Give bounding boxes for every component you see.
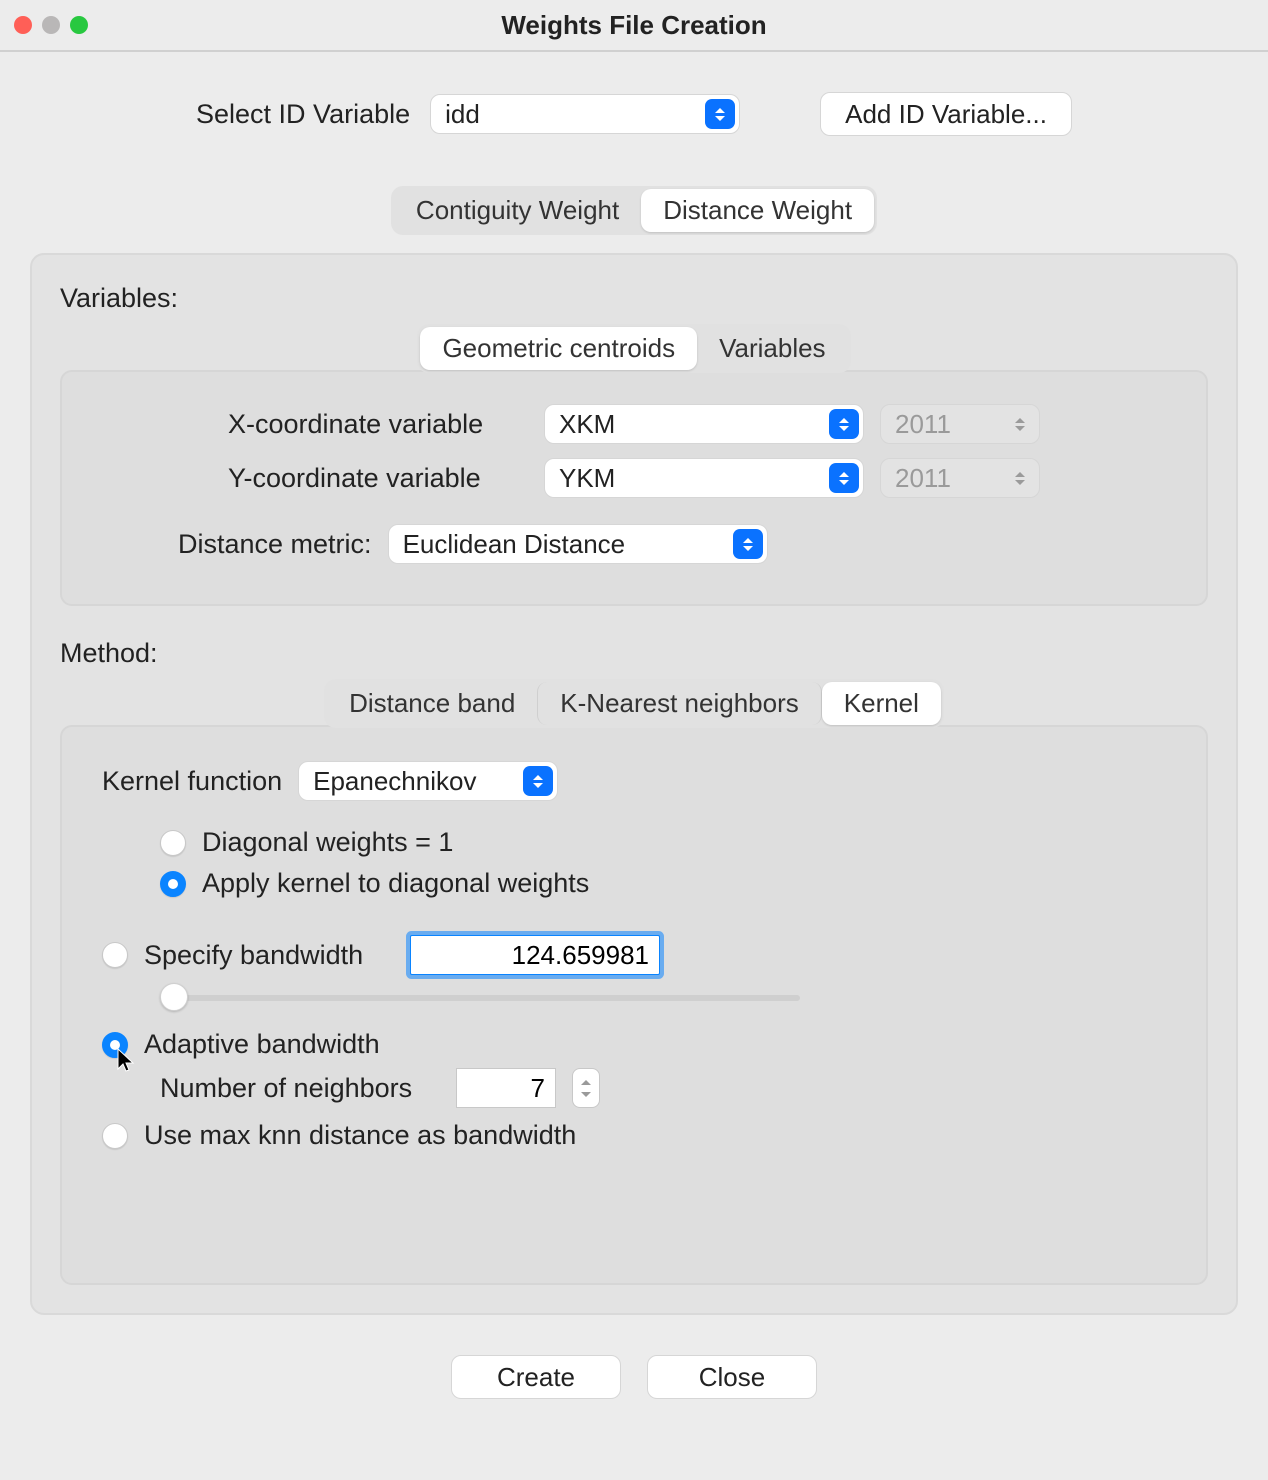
- x-coord-select[interactable]: XKM: [544, 404, 864, 444]
- select-id-label: Select ID Variable: [196, 99, 410, 130]
- apply-kernel-diagonal-label: Apply kernel to diagonal weights: [202, 868, 589, 899]
- chevron-up-down-icon: [733, 529, 763, 559]
- variables-heading: Variables:: [60, 283, 1208, 314]
- chevron-up-down-icon: [829, 409, 859, 439]
- radio-specify-bandwidth[interactable]: [102, 942, 128, 968]
- chevron-up-down-icon: [1005, 409, 1035, 439]
- window-title: Weights File Creation: [0, 10, 1268, 41]
- slider-thumb[interactable]: [160, 983, 188, 1011]
- tab-kernel[interactable]: Kernel: [822, 682, 941, 725]
- radio-apply-kernel-diagonal[interactable]: [160, 871, 186, 897]
- x-year-select: 2011: [880, 404, 1040, 444]
- chevron-up-down-icon: [829, 463, 859, 493]
- method-subpanel: Kernel function Epanechnikov Diagonal we…: [60, 725, 1208, 1285]
- tab-distance-band[interactable]: Distance band: [327, 682, 537, 725]
- method-tabs: Distance band K-Nearest neighbors Kernel: [324, 679, 944, 728]
- distance-weight-panel: Variables: Geometric centroids Variables…: [30, 253, 1238, 1315]
- create-button[interactable]: Create: [451, 1355, 621, 1399]
- tab-variables[interactable]: Variables: [697, 327, 847, 370]
- kernel-function-label: Kernel function: [102, 766, 282, 797]
- adaptive-bandwidth-label: Adaptive bandwidth: [144, 1029, 380, 1060]
- variables-source-tabs: Geometric centroids Variables: [417, 324, 850, 373]
- neighbors-stepper[interactable]: [572, 1068, 600, 1108]
- id-variable-value: idd: [445, 99, 480, 130]
- titlebar: Weights File Creation: [0, 0, 1268, 52]
- diagonal-one-label: Diagonal weights = 1: [202, 827, 453, 858]
- id-variable-select[interactable]: idd: [430, 94, 740, 134]
- add-id-variable-button[interactable]: Add ID Variable...: [820, 92, 1072, 136]
- chevron-up-down-icon: [523, 766, 553, 796]
- weight-type-tabs: Contiguity Weight Distance Weight: [391, 186, 877, 235]
- kernel-function-select[interactable]: Epanechnikov: [298, 761, 558, 801]
- tab-contiguity-weight[interactable]: Contiguity Weight: [394, 189, 641, 232]
- bandwidth-input[interactable]: [410, 935, 660, 975]
- tab-geometric-centroids[interactable]: Geometric centroids: [420, 327, 697, 370]
- x-coord-label: X-coordinate variable: [228, 409, 528, 440]
- distance-metric-label: Distance metric:: [178, 529, 372, 560]
- chevron-up-down-icon: [1005, 463, 1035, 493]
- radio-max-knn-bandwidth[interactable]: [102, 1123, 128, 1149]
- chevron-down-icon: [581, 1092, 591, 1097]
- cursor-icon: [116, 1047, 136, 1073]
- method-heading: Method:: [60, 638, 1208, 669]
- y-year-select: 2011: [880, 458, 1040, 498]
- tab-knn[interactable]: K-Nearest neighbors: [537, 682, 821, 725]
- chevron-up-down-icon: [705, 99, 735, 129]
- variables-subpanel: X-coordinate variable XKM 2011 Y-coordin…: [60, 370, 1208, 606]
- y-coord-select[interactable]: YKM: [544, 458, 864, 498]
- y-coord-label: Y-coordinate variable: [228, 463, 528, 494]
- chevron-up-icon: [581, 1080, 591, 1085]
- neighbors-input[interactable]: [456, 1068, 556, 1108]
- max-knn-label: Use max knn distance as bandwidth: [144, 1120, 576, 1151]
- specify-bandwidth-label: Specify bandwidth: [144, 940, 394, 971]
- neighbors-count-label: Number of neighbors: [160, 1073, 440, 1104]
- bandwidth-slider[interactable]: [160, 983, 800, 1011]
- distance-metric-select[interactable]: Euclidean Distance: [388, 524, 768, 564]
- radio-diagonal-one[interactable]: [160, 830, 186, 856]
- close-button[interactable]: Close: [647, 1355, 817, 1399]
- tab-distance-weight[interactable]: Distance Weight: [641, 189, 874, 232]
